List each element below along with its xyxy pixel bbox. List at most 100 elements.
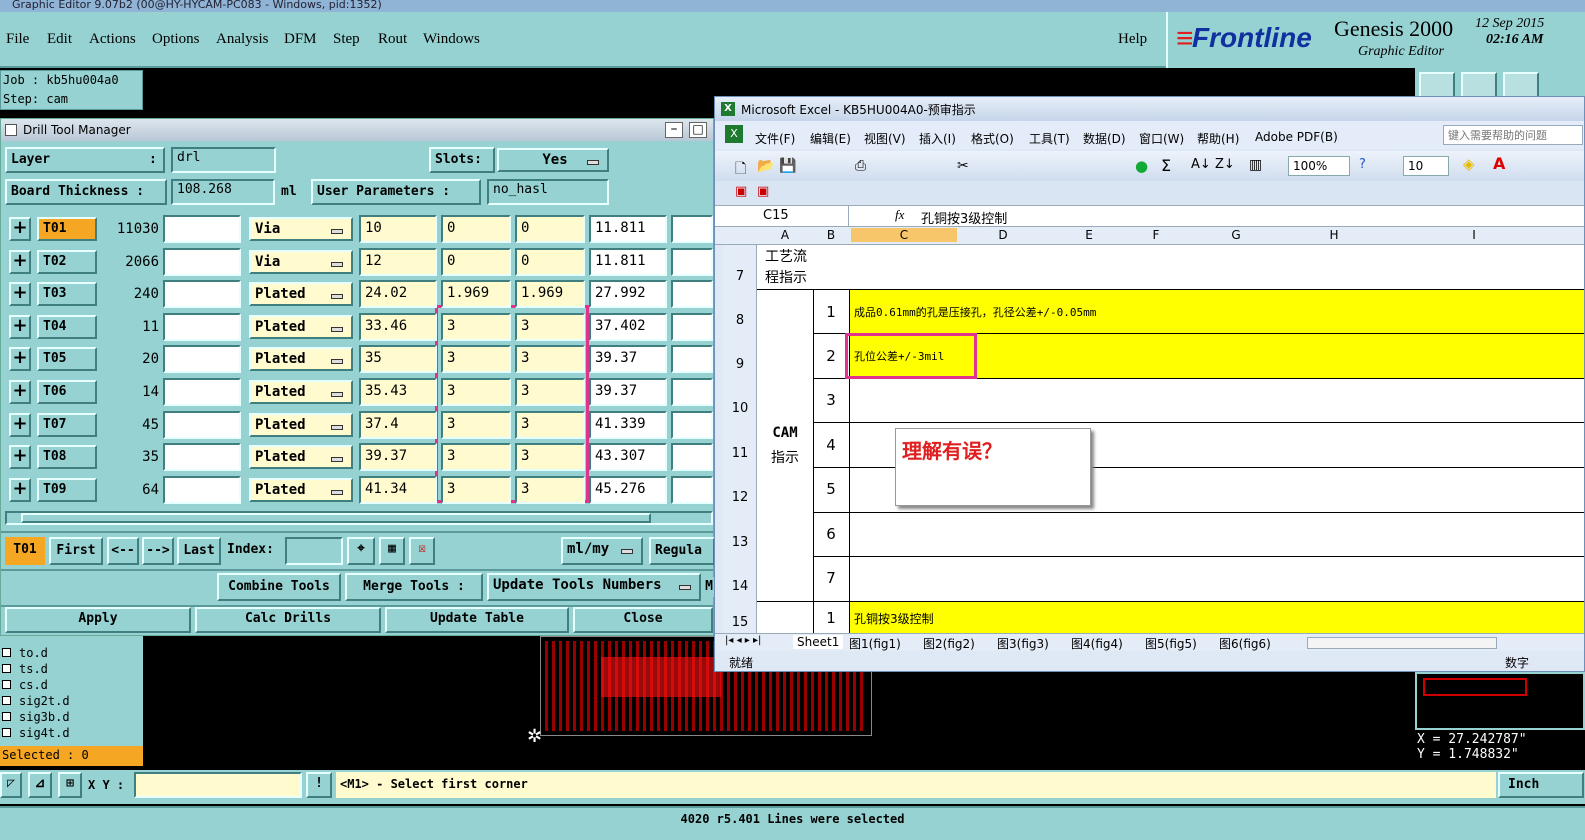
tab-fig4[interactable]: 图4(fig4) — [1071, 635, 1123, 652]
tool-blank-field[interactable] — [163, 280, 241, 309]
col-e[interactable]: E — [1049, 228, 1129, 242]
tool-size[interactable]: 37.4 — [359, 410, 437, 439]
extra-field[interactable] — [671, 345, 713, 374]
tool-type-dropdown[interactable]: Plated — [249, 314, 353, 339]
layer-item[interactable]: sig3b.d — [0, 710, 70, 725]
tool-code[interactable]: T09 — [37, 477, 97, 502]
thickness-input[interactable]: 108.268 — [171, 179, 275, 205]
tool-size[interactable]: 35 — [359, 345, 437, 374]
col-h[interactable]: H — [1289, 228, 1379, 242]
tol-plus[interactable]: 1.969 — [441, 280, 511, 309]
tool-code[interactable]: T08 — [37, 445, 97, 470]
col-c[interactable]: C — [851, 228, 957, 242]
print-icon[interactable]: ⎙ — [855, 158, 866, 174]
menu-actions[interactable]: Actions — [89, 31, 136, 48]
tol-plus[interactable]: 0 — [441, 247, 511, 276]
expand-icon[interactable]: + — [9, 477, 31, 502]
cell-b[interactable]: 1 — [815, 609, 847, 627]
tool-code[interactable]: T04 — [37, 314, 97, 339]
first-button[interactable]: First — [49, 537, 103, 565]
tool-type-dropdown[interactable]: Plated — [249, 282, 353, 307]
tol-plus[interactable]: 3 — [441, 345, 511, 374]
sort-asc-icon[interactable]: A↓ — [1191, 157, 1211, 172]
tool-blank-field[interactable] — [163, 312, 241, 341]
tool-type-dropdown[interactable]: Plated — [249, 445, 353, 470]
last-button[interactable]: Last — [177, 537, 221, 565]
tool-type-dropdown[interactable]: Plated — [249, 412, 353, 437]
row-header[interactable]: 8 — [723, 313, 757, 328]
cell-b[interactable]: 7 — [815, 569, 847, 587]
col-a[interactable]: A — [757, 228, 813, 242]
finish-size[interactable]: 43.307 — [589, 443, 667, 472]
formula-input[interactable]: 孔铜按3级控制 — [921, 208, 1007, 227]
mini-map[interactable] — [1415, 672, 1585, 730]
tol-minus[interactable]: 3 — [515, 345, 585, 374]
fill-color-icon[interactable]: ◈ — [1463, 155, 1475, 173]
next-button[interactable]: --> — [142, 537, 174, 565]
lock-icon[interactable]: ⌖ — [347, 537, 375, 565]
tol-minus[interactable]: 1.969 — [515, 280, 585, 309]
row-header[interactable]: 11 — [723, 446, 757, 461]
cell-b[interactable]: 4 — [815, 436, 847, 454]
tool-type-dropdown[interactable]: Via — [249, 249, 353, 274]
menu-file[interactable]: File — [6, 31, 29, 48]
tab-fig6[interactable]: 图6(fig6) — [1219, 635, 1271, 652]
tool-blank-field[interactable] — [163, 247, 241, 276]
minimize-icon[interactable]: – — [665, 122, 683, 138]
layer-item[interactable]: to.d — [0, 646, 48, 661]
cell-b[interactable]: 6 — [815, 525, 847, 543]
excel-hscroll[interactable] — [1307, 637, 1497, 649]
extra-field[interactable] — [671, 443, 713, 472]
tool-blank-field[interactable] — [163, 215, 241, 243]
tool-type-dropdown[interactable]: Plated — [249, 347, 353, 372]
update-table-button[interactable]: Update Table — [385, 607, 569, 633]
tool-icon[interactable] — [1419, 72, 1455, 98]
calc-drills-button[interactable]: Calc Drills — [195, 607, 381, 633]
col-i[interactable]: I — [1379, 228, 1569, 242]
cell-b[interactable]: 3 — [815, 391, 847, 409]
tool-type-dropdown[interactable]: Plated — [249, 380, 353, 404]
tool-code[interactable]: T07 — [37, 412, 97, 437]
tol-plus[interactable]: 3 — [441, 475, 511, 504]
expand-icon[interactable]: + — [9, 282, 31, 307]
tool-size[interactable]: 10 — [359, 215, 437, 243]
menu-help[interactable]: Help — [1118, 31, 1147, 48]
row-header[interactable]: 13 — [723, 535, 757, 550]
expand-icon[interactable]: + — [9, 445, 31, 470]
excel-menu-format[interactable]: 格式(O) — [971, 130, 1014, 147]
row-header[interactable]: 9 — [723, 357, 757, 372]
layer-input[interactable]: drl — [171, 147, 276, 173]
menu-edit[interactable]: Edit — [47, 31, 72, 48]
cell-a7[interactable]: 工艺流程指示 — [763, 247, 809, 289]
save-icon[interactable]: 💾 — [779, 158, 796, 174]
tol-plus[interactable]: 3 — [441, 312, 511, 341]
tool-blank-field[interactable] — [163, 475, 241, 504]
tool-size[interactable]: 12 — [359, 247, 437, 276]
excel-menu-help[interactable]: 帮助(H) — [1197, 130, 1239, 147]
extra-field[interactable] — [671, 475, 713, 504]
finish-size[interactable]: 45.276 — [589, 475, 667, 504]
menu-rout[interactable]: Rout — [378, 31, 407, 48]
help-icon[interactable]: ? — [1359, 157, 1366, 172]
excel-menu-adobe[interactable]: Adobe PDF(B) — [1255, 130, 1338, 144]
tool-blank-field[interactable] — [163, 378, 241, 406]
finish-size[interactable]: 11.811 — [589, 215, 667, 243]
expand-icon[interactable]: + — [9, 380, 31, 404]
layer-item[interactable]: ts.d — [0, 662, 48, 677]
tool-type-dropdown[interactable]: Plated — [249, 477, 353, 502]
combine-tools-button[interactable]: Combine Tools — [217, 573, 341, 601]
tol-plus[interactable]: 3 — [441, 410, 511, 439]
cell-b[interactable]: 1 — [815, 303, 847, 321]
extra-field[interactable] — [671, 280, 713, 309]
excel-menu-tools[interactable]: 工具(T) — [1029, 130, 1070, 147]
row-header[interactable]: 14 — [723, 579, 757, 594]
expand-icon[interactable]: + — [9, 412, 31, 437]
hyperlink-icon[interactable]: ● — [1135, 157, 1148, 175]
tol-minus[interactable]: 3 — [515, 378, 585, 406]
expand-icon[interactable]: + — [9, 217, 31, 241]
slots-dropdown[interactable]: Yes — [497, 148, 609, 172]
row-header[interactable]: 10 — [723, 401, 757, 416]
font-color-icon[interactable]: A — [1493, 154, 1505, 173]
chart-icon[interactable]: ▥ — [1249, 157, 1262, 173]
tab-nav-icon[interactable]: |◂ ◂ ▸ ▸| — [725, 635, 761, 646]
